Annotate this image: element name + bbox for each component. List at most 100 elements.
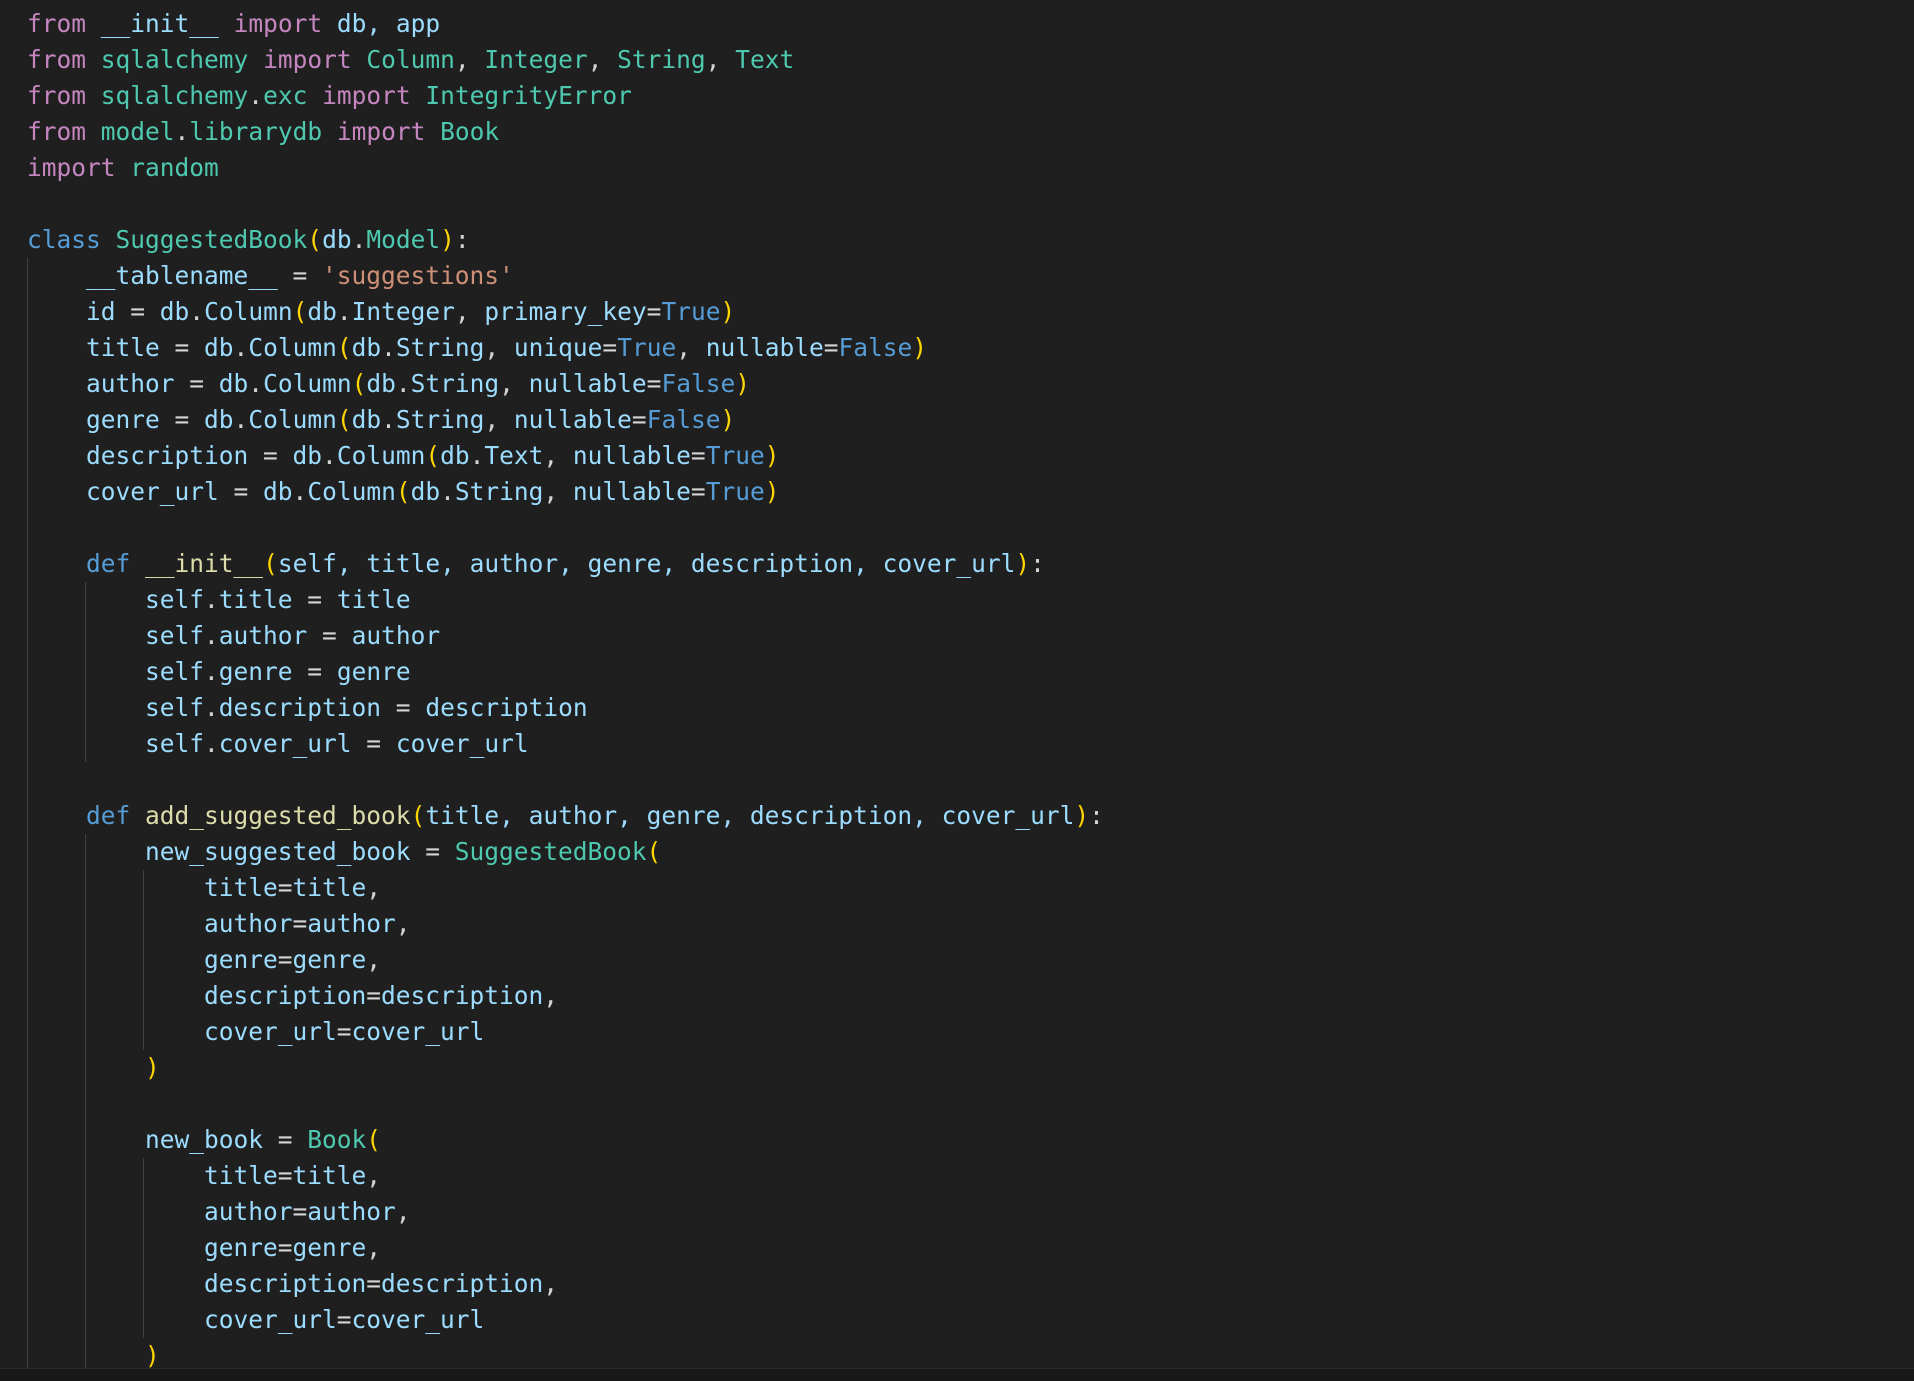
code-token: Column [366, 45, 455, 74]
code-token: nullable [528, 369, 647, 398]
code-line[interactable]: def __init__(self, title, author, genre,… [27, 546, 1104, 582]
code-line[interactable]: from sqlalchemy.exc import IntegrityErro… [27, 78, 1104, 114]
code-token: add_suggested_book [145, 801, 411, 830]
code-line[interactable]: ​ [27, 1086, 1104, 1122]
code-token: , [587, 45, 618, 74]
code-line[interactable]: class SuggestedBook(db.Model): [27, 222, 1104, 258]
code-token: librarydb [189, 117, 323, 146]
code-token: ) [912, 333, 928, 362]
code-token: new_book [27, 1125, 264, 1154]
code-token: description [27, 981, 367, 1010]
code-token: cover_url [218, 729, 352, 758]
code-line[interactable]: cover_url = db.Column(db.String, nullabl… [27, 474, 1104, 510]
code-token: True [705, 441, 765, 470]
code-token: . [204, 585, 219, 614]
code-line[interactable]: ​ [27, 762, 1104, 798]
code-line[interactable]: self.cover_url = cover_url [27, 726, 1104, 762]
code-line[interactable]: from sqlalchemy import Column, Integer, … [27, 42, 1104, 78]
code-token: . [322, 441, 337, 470]
code-line[interactable]: self.author = author [27, 618, 1104, 654]
code-line[interactable]: author = db.Column(db.String, nullable=F… [27, 366, 1104, 402]
code-token: . [292, 477, 308, 506]
code-token: ( [366, 1125, 382, 1154]
code-token: = [646, 297, 662, 326]
code-token: self [27, 621, 205, 650]
code-line[interactable]: new_suggested_book = SuggestedBook( [27, 834, 1104, 870]
code-token: title, author, genre, description, cover… [425, 801, 1075, 830]
code-line[interactable]: import random [27, 150, 1104, 186]
code-token: 'suggestions' [322, 261, 514, 290]
code-line[interactable]: genre = db.Column(db.String, nullable=Fa… [27, 402, 1104, 438]
code-token: Column [248, 405, 337, 434]
code-token: genre [27, 405, 160, 434]
code-token: Column [307, 477, 396, 506]
code-token: String [410, 369, 500, 398]
code-token: = [823, 333, 839, 362]
code-token: , [366, 1161, 382, 1190]
code-line[interactable]: ) [27, 1050, 1104, 1086]
code-token: = [277, 1161, 293, 1190]
code-token: self [27, 693, 205, 722]
code-token: = [115, 297, 160, 326]
code-line[interactable]: author=author, [27, 906, 1104, 942]
code-token: Book [440, 117, 500, 146]
code-line[interactable]: ) [27, 1338, 1104, 1368]
code-line[interactable]: title = db.Column(db.String, unique=True… [27, 330, 1104, 366]
code-line[interactable]: ​ [27, 186, 1104, 222]
code-token: : [1030, 549, 1045, 578]
code-token: String [395, 405, 485, 434]
code-content[interactable]: from __init__ import db, app from sqlalch… [27, 6, 1104, 1368]
code-token: . [440, 477, 455, 506]
code-line[interactable]: cover_url=cover_url [27, 1302, 1104, 1338]
code-token: ( [336, 333, 352, 362]
code-token: db [351, 333, 382, 362]
code-line[interactable]: cover_url=cover_url [27, 1014, 1104, 1050]
code-line[interactable]: new_book = Book( [27, 1122, 1104, 1158]
code-token: db [204, 333, 234, 362]
code-token: title [292, 1161, 367, 1190]
code-line[interactable]: def add_suggested_book(title, author, ge… [27, 798, 1104, 834]
code-line[interactable]: title=title, [27, 1158, 1104, 1194]
code-token: ) [440, 225, 455, 254]
code-token: title [27, 873, 278, 902]
code-token: description [381, 1269, 544, 1298]
code-token: = [277, 1233, 293, 1262]
code-token: import [263, 45, 352, 74]
code-token: Model [366, 225, 441, 254]
code-line[interactable]: from model.librarydb import Book [27, 114, 1104, 150]
code-token: author [27, 369, 175, 398]
code-token: = [292, 1197, 308, 1226]
code-token: ( [336, 405, 352, 434]
code-token: author [27, 1197, 293, 1226]
code-line[interactable]: from __init__ import db, app [27, 6, 1104, 42]
code-line[interactable]: author=author, [27, 1194, 1104, 1230]
code-line[interactable]: self.genre = genre [27, 654, 1104, 690]
code-line[interactable]: title=title, [27, 870, 1104, 906]
code-line[interactable]: genre=genre, [27, 942, 1104, 978]
code-token: True [661, 297, 721, 326]
code-line[interactable]: id = db.Column(db.Integer, primary_key=T… [27, 294, 1104, 330]
code-token: from [27, 9, 87, 38]
code-line[interactable]: ​ [27, 510, 1104, 546]
code-token: self [27, 729, 205, 758]
code-line[interactable]: genre=genre, [27, 1230, 1104, 1266]
code-line[interactable]: __tablename__ = 'suggestions' [27, 258, 1104, 294]
code-line[interactable]: description=description, [27, 1266, 1104, 1302]
code-token: model [100, 117, 175, 146]
code-line[interactable]: description=description, [27, 978, 1104, 1014]
code-token: nullable [572, 441, 691, 470]
code-token: __init__ [145, 549, 264, 578]
code-token: String [454, 477, 544, 506]
code-token: String [617, 45, 706, 74]
code-line[interactable]: description = db.Column(db.Text, nullabl… [27, 438, 1104, 474]
code-token: = [248, 441, 293, 470]
code-token: SuggestedBook [115, 225, 308, 254]
code-line[interactable]: self.title = title [27, 582, 1104, 618]
code-token: False [646, 405, 721, 434]
code-line[interactable]: self.description = description [27, 690, 1104, 726]
code-editor[interactable]: from __init__ import db, app from sqlalch… [0, 0, 1914, 1368]
code-token: ( [307, 225, 323, 254]
